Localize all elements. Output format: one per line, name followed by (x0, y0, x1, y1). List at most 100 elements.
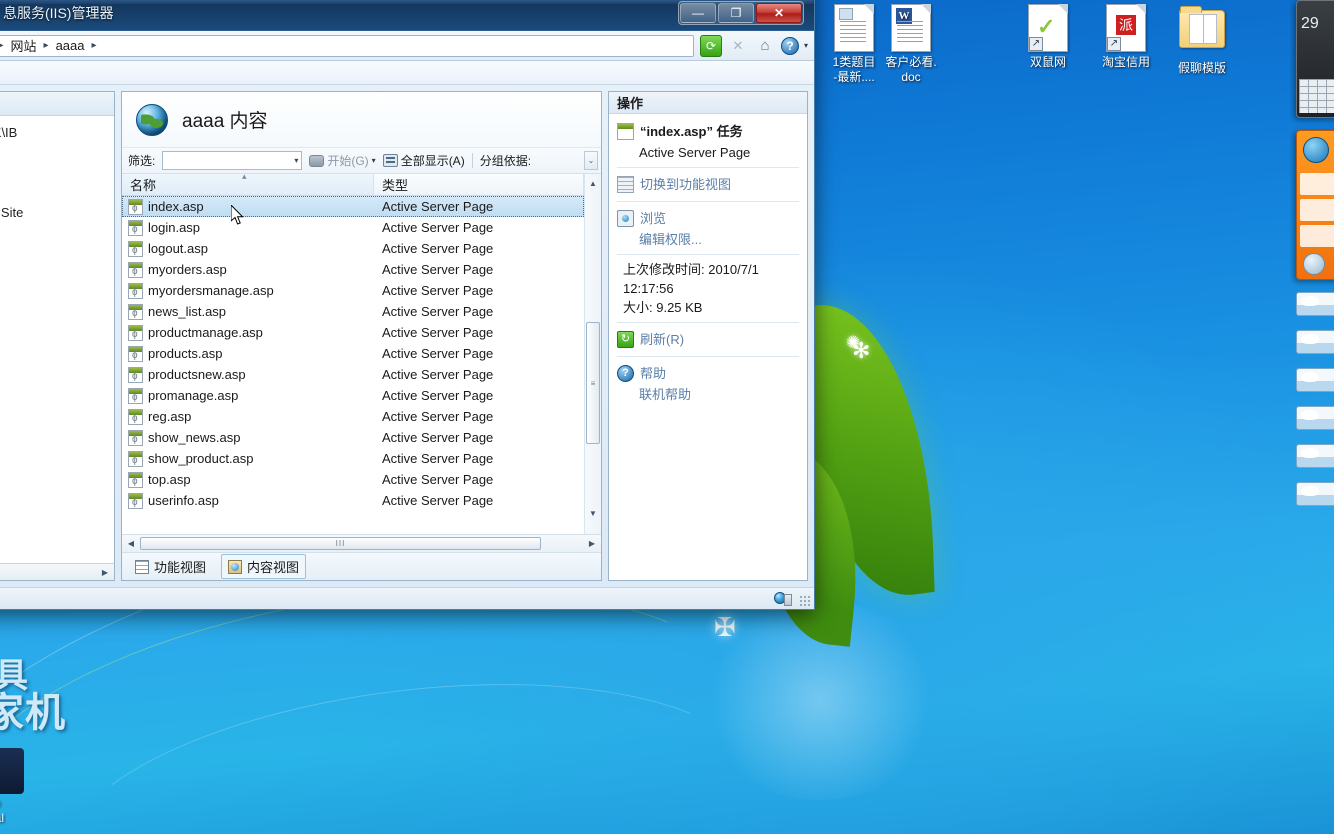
window-controls: — ❐ ✕ (678, 1, 804, 25)
scroll-right-arrow-icon[interactable]: ▶ (98, 566, 112, 579)
tree-node-server[interactable]: HINK (IBM-THINK\IB (0, 122, 110, 142)
table-row[interactable]: myorders.asp Active Server Page (122, 259, 584, 280)
gadget-strip[interactable] (1296, 406, 1334, 430)
tree-horizontal-scrollbar[interactable]: III ▶ (0, 563, 114, 580)
maximize-button[interactable]: ❐ (718, 3, 754, 23)
help-icon[interactable]: ? (780, 36, 799, 55)
file-list-vertical-scrollbar[interactable]: ▲ ≡ ▼ (584, 174, 601, 534)
table-row[interactable]: login.asp Active Server Page (122, 217, 584, 238)
scrollbar-thumb[interactable]: III (140, 537, 541, 550)
table-row[interactable]: show_news.asp Active Server Page (122, 427, 584, 448)
tab-features-view-label: 功能视图 (154, 560, 207, 575)
sparkle-icon: ✠ (714, 612, 736, 642)
actions-header: 操作 (609, 92, 807, 114)
gadget-calendar[interactable]: 29 (1296, 0, 1334, 118)
table-row[interactable]: reg.asp Active Server Page (122, 406, 584, 427)
chevron-down-icon[interactable]: ▾ (294, 156, 298, 165)
minimize-button[interactable]: — (680, 3, 716, 23)
action-label: 浏览 (640, 211, 667, 226)
column-header-type[interactable]: 类型 (374, 174, 584, 195)
table-row[interactable]: index.asp Active Server Page (122, 196, 584, 217)
show-all-button[interactable]: 全部显示(A) (382, 152, 465, 169)
show-all-label: 全部显示(A) (400, 154, 465, 168)
chevron-down-icon[interactable]: ▾ (804, 41, 808, 50)
resize-grip[interactable] (799, 595, 811, 607)
actions-info-time: 12:17:56 (623, 281, 674, 296)
file-name-cell: show_news.asp (122, 429, 374, 446)
tree-node-app-pools[interactable]: 用程序池 (0, 142, 110, 162)
asp-file-icon (128, 261, 143, 278)
action-edit-permissions[interactable]: 编辑权限... (609, 230, 807, 249)
action-help[interactable]: ? 帮助 (609, 362, 807, 385)
help-icon: ? (617, 365, 634, 382)
table-row[interactable]: productmanage.asp Active Server Page (122, 322, 584, 343)
breadcrumb-item-aaaa[interactable]: aaaa (54, 38, 87, 53)
table-row[interactable]: show_product.asp Active Server Page (122, 448, 584, 469)
breadcrumb-item-sites[interactable]: 网站 (9, 36, 39, 55)
file-name-cell: productmanage.asp (122, 324, 374, 341)
home-icon[interactable]: ⌂ (754, 35, 776, 57)
breadcrumb[interactable]: ▸ IBM-THINK ▸ 网站 ▸ aaaa ▸ (0, 34, 694, 57)
scroll-left-arrow-icon[interactable]: ◀ (124, 537, 138, 550)
tree-node-default-web-site[interactable]: Default Web Site (0, 202, 110, 222)
filter-label: 筛选: (128, 154, 156, 168)
filter-input[interactable]: ▾ (162, 151, 303, 170)
refresh-icon[interactable]: ⟳ (699, 34, 722, 57)
gadget-strip[interactable] (1296, 330, 1334, 354)
file-list-horizontal-scrollbar[interactable]: ◀ III ▶ (122, 534, 601, 552)
scroll-down-arrow-icon[interactable]: ▼ (586, 506, 600, 520)
chevron-down-icon[interactable]: ▾ (372, 156, 376, 165)
gadget-feed[interactable] (1296, 130, 1334, 280)
status-bar (0, 587, 814, 609)
table-row[interactable]: userinfo.asp Active Server Page (122, 490, 584, 511)
column-header-name[interactable]: 名称 (122, 171, 374, 195)
sidebar-gadget-bar[interactable]: 29 (1290, 0, 1334, 560)
table-row[interactable]: logout.asp Active Server Page (122, 238, 584, 259)
connections-tree[interactable]: HINK (IBM-THINK\IB 用程序池 站 aaaa Default W… (0, 116, 114, 563)
connections-pane: HINK (IBM-THINK\IB 用程序池 站 aaaa Default W… (0, 91, 115, 581)
file-name-label: top.asp (148, 472, 191, 487)
action-browse[interactable]: 浏览 (609, 207, 807, 230)
desktop-icon-folder[interactable]: 假聊模版 (1154, 4, 1250, 76)
grid-icon (135, 559, 149, 574)
table-row[interactable]: news_list.asp Active Server Page (122, 301, 584, 322)
stop-icon[interactable]: ✕ (727, 35, 749, 57)
start-filter-button[interactable]: 开始(G) ▾ (309, 152, 376, 169)
tab-features-view[interactable]: 功能视图 (128, 554, 213, 579)
gadget-strip[interactable] (1296, 482, 1334, 506)
action-switch-to-features-view[interactable]: 切换到功能视图 (609, 173, 807, 196)
asp-file-icon (128, 303, 143, 320)
group-by-button[interactable]: 分组依据: (480, 152, 531, 169)
browse-icon (617, 210, 634, 227)
address-bar: ▸ IBM-THINK ▸ 网站 ▸ aaaa ▸ ⟳ ✕ ⌂ ? ▾ (0, 31, 814, 61)
scroll-up-arrow-icon[interactable]: ▲ (586, 176, 600, 190)
tree-node-aaaa[interactable]: aaaa (0, 182, 110, 202)
gadget-strip[interactable] (1296, 292, 1334, 316)
file-type-cell: Active Server Page (382, 199, 494, 214)
scrollbar-thumb[interactable]: ≡ (586, 322, 600, 444)
desktop-icon-word-doc[interactable]: W 客户必看. doc (863, 4, 959, 85)
file-type-cell: Active Server Page (382, 430, 494, 445)
watermark-line-2: 家机 (0, 691, 66, 735)
close-button[interactable]: ✕ (756, 3, 802, 23)
table-row[interactable]: myordersmanage.asp Active Server Page (122, 280, 584, 301)
table-row[interactable]: products.asp Active Server Page (122, 343, 584, 364)
window-titlebar[interactable]: 息服务(IIS)管理器 — ❐ ✕ (0, 0, 814, 31)
gadget-strip[interactable] (1296, 368, 1334, 392)
filter-overflow-button[interactable]: ⌄ (584, 151, 598, 170)
tab-content-view[interactable]: 内容视图 (221, 554, 307, 579)
table-row[interactable]: top.asp Active Server Page (122, 469, 584, 490)
file-type-cell: Active Server Page (382, 451, 494, 466)
table-row[interactable]: promanage.asp Active Server Page (122, 385, 584, 406)
actions-body: “index.asp” 任务 Active Server Page 切换到功能视… (609, 114, 807, 580)
action-refresh[interactable]: ↻ 刷新(R) (609, 328, 807, 351)
table-row[interactable]: productsnew.asp Active Server Page (122, 364, 584, 385)
desktop-icon-partial[interactable] (0, 748, 24, 794)
tree-node-sites[interactable]: 站 (0, 162, 110, 182)
file-type-cell: Active Server Page (382, 283, 494, 298)
menu-item-help[interactable]: 帮助(H) (0, 61, 3, 84)
gadget-strip[interactable] (1296, 444, 1334, 468)
desktop-icon-label: 假聊模版 (1177, 61, 1226, 75)
scroll-right-arrow-icon[interactable]: ▶ (585, 537, 599, 550)
action-online-help[interactable]: 联机帮助 (609, 385, 807, 404)
